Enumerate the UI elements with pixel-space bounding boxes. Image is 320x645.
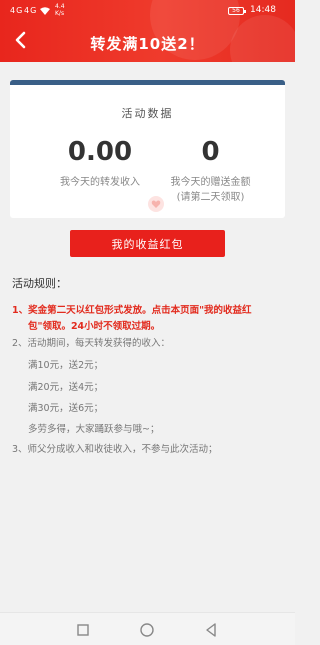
- signal-icon: 4G: [24, 6, 38, 15]
- forward-income-stat: 0.00 我今天的转发收入: [40, 137, 160, 188]
- home-button[interactable]: [139, 622, 155, 638]
- system-nav-bar: [0, 612, 295, 645]
- rule-1-line-2: 包"领取。24小时不领取过期。: [28, 321, 161, 332]
- heart-badge-icon: [147, 195, 165, 213]
- gift-amount-stat: 0 我今天的赠送金额 (请第二天领取): [143, 137, 278, 203]
- stats-card: 活动数据 0.00 我今天的转发收入 0 我今天的赠送金额 (请第二天领取): [10, 80, 285, 218]
- rule-tier-3: 满30元，送6元；: [28, 403, 104, 414]
- square-icon: [77, 624, 89, 636]
- rule-2: 2、活动期间，每天转发获得的收入：: [12, 338, 171, 349]
- gift-amount-label: 我今天的赠送金额: [170, 177, 251, 188]
- stats-card-title: 活动数据: [121, 107, 174, 120]
- rules-title: 活动规则：: [12, 277, 67, 290]
- signal-icon: 4G: [10, 6, 24, 15]
- rule-3: 3、师父分成收入和收徒收入，不参与此次活动；: [12, 444, 218, 455]
- rule-1-line-1: 1、奖金第二天以红包形式发放。点击本页面"我的收益红: [12, 305, 252, 316]
- net-speed: 4.4 K/s: [55, 3, 65, 17]
- wifi-icon: [40, 7, 50, 17]
- circle-icon: [140, 623, 154, 637]
- rule-tier-2: 满20元，送4元；: [28, 382, 104, 393]
- app-header: 4G 4G 4.4 K/s 56 14:48 转发满10送2！: [0, 0, 295, 62]
- triangle-icon: [206, 623, 216, 637]
- status-clock: 14:48: [250, 5, 276, 15]
- forward-income-value: 0.00: [67, 137, 133, 167]
- net-speed-unit: K/s: [55, 10, 65, 17]
- recent-apps-button[interactable]: [75, 622, 91, 638]
- my-earnings-redpacket-button[interactable]: 我的收益红包: [70, 230, 225, 257]
- nav-back-button[interactable]: [203, 622, 219, 638]
- net-speed-value: 4.4: [55, 3, 65, 10]
- status-bar: 4G 4G 4.4 K/s 56 14:48: [0, 0, 295, 22]
- rule-tier-1: 满10元，送2元；: [28, 360, 104, 371]
- page-title: 转发满10送2！: [90, 35, 205, 53]
- forward-income-label: 我今天的转发收入: [60, 177, 140, 188]
- battery-icon: 56: [228, 7, 246, 15]
- gift-amount-value: 0: [201, 137, 220, 167]
- rule-encourage: 多劳多得，大家踊跃参与哦~；: [28, 424, 160, 435]
